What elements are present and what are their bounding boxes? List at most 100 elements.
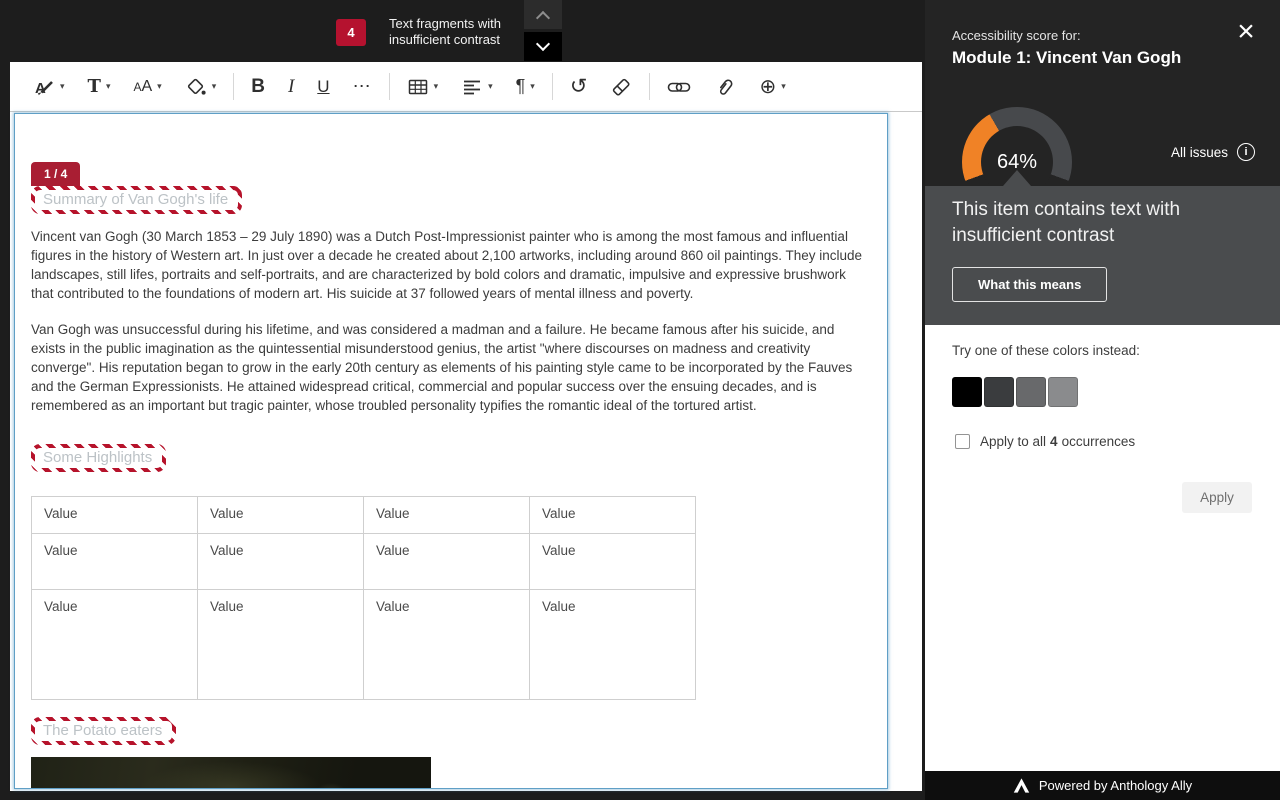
issue-type-label: Text fragments with insufficient contras… — [389, 16, 531, 48]
table-cell[interactable]: Value — [32, 497, 198, 534]
occurrence-count: 4 — [1050, 434, 1058, 449]
table-cell[interactable]: Value — [32, 590, 198, 700]
undo-icon: ↺ — [570, 76, 588, 97]
editor-content-area[interactable]: 1 / 4 Summary of Van Gogh's life Vincent… — [14, 113, 888, 789]
chevron-down-icon: ▾ — [212, 81, 217, 92]
toolbar-divider — [649, 73, 650, 100]
highlight-color-icon — [185, 76, 207, 98]
color-suggestion-prompt: Try one of these colors instead: — [952, 343, 1140, 358]
next-issue-button[interactable] — [524, 32, 562, 61]
content-table-body: ValueValueValueValueValueValueValueValue… — [32, 497, 696, 700]
apply-all-checkbox[interactable] — [955, 434, 970, 449]
apply-all-text: Apply to all — [980, 434, 1046, 449]
apply-all-label: Apply to all 4 occurrences — [980, 434, 1135, 449]
table-cell[interactable]: Value — [198, 534, 364, 590]
table-cell[interactable]: Value — [530, 534, 696, 590]
more-options-button[interactable]: ⋯ — [344, 69, 381, 105]
table-row: ValueValueValueValue — [32, 497, 696, 534]
chevron-down-icon: ▾ — [157, 81, 162, 92]
apply-all-row: Apply to all 4 occurrences — [955, 434, 1135, 449]
table-cell[interactable]: Value — [530, 497, 696, 534]
clear-formatting-button[interactable] — [601, 69, 641, 105]
table-cell[interactable]: Value — [530, 590, 696, 700]
text-style-button[interactable]: T ▾ — [79, 69, 120, 105]
paragraph[interactable]: Vincent van Gogh (30 March 1853 – 29 Jul… — [31, 227, 871, 303]
issue-count-badge: 4 — [336, 19, 366, 46]
all-issues-control[interactable]: All issues i — [1171, 143, 1255, 161]
chevron-down-icon: ▾ — [60, 81, 65, 92]
chevron-down-icon: ▾ — [781, 82, 786, 91]
text-color-button[interactable]: A ▾ — [24, 69, 74, 105]
issue-position-badge: 1 / 4 — [31, 162, 80, 186]
toolbar-divider — [552, 73, 553, 100]
info-icon[interactable]: i — [1237, 143, 1255, 161]
close-button[interactable]: × — [1230, 16, 1262, 48]
apply-button[interactable]: Apply — [1182, 482, 1252, 513]
eraser-icon — [610, 76, 632, 98]
potato-eaters-image[interactable] — [31, 757, 431, 789]
toolbar-divider — [233, 73, 234, 100]
heading-text: Some Highlights — [35, 448, 162, 468]
chevron-down-icon: ▾ — [434, 81, 439, 92]
chevron-down-icon: ▾ — [530, 81, 535, 92]
undo-button[interactable]: ↺ — [561, 69, 597, 105]
ally-footer: Powered by Anthology Ally — [925, 771, 1280, 800]
table-row: ValueValueValueValue — [32, 590, 696, 700]
align-button[interactable]: ▾ — [452, 69, 502, 105]
flagged-heading-summary[interactable]: Summary of Van Gogh's life — [31, 186, 242, 214]
text-style-icon: T — [88, 76, 101, 97]
color-swatch-light-gray[interactable] — [1048, 377, 1078, 407]
link-icon — [667, 76, 691, 98]
chevron-down-icon: ▾ — [106, 82, 111, 92]
anthology-logo-icon — [1013, 778, 1030, 793]
bold-button[interactable]: B — [242, 69, 274, 105]
chevron-down-icon — [536, 37, 550, 51]
table-cell[interactable]: Value — [364, 590, 530, 700]
highlight-color-button[interactable]: ▾ — [176, 69, 226, 105]
issue-message: This item contains text with insufficien… — [952, 197, 1222, 249]
color-swatch-black[interactable] — [952, 377, 982, 407]
apply-all-text: occurrences — [1062, 434, 1136, 449]
heading-text: Summary of Van Gogh's life — [35, 190, 238, 210]
editor-toolbar: A ▾ T ▾ AA ▾ ▾ B I U ⋯ — [10, 62, 922, 112]
remediation-section: Try one of these colors instead: Apply t… — [925, 325, 1280, 771]
close-icon: × — [1237, 15, 1255, 49]
table-cell[interactable]: Value — [364, 497, 530, 534]
ally-feedback-panel: Accessibility score for: Module 1: Vince… — [925, 0, 1280, 800]
score-value: 64% — [962, 151, 1072, 174]
insert-table-button[interactable]: ▾ — [398, 69, 448, 105]
chevron-up-icon — [536, 10, 550, 24]
score-header: Accessibility score for: Module 1: Vince… — [925, 0, 1280, 186]
attach-file-button[interactable] — [705, 69, 745, 105]
toolbar-divider — [389, 73, 390, 100]
flagged-heading-highlights[interactable]: Some Highlights — [31, 444, 166, 472]
what-this-means-button[interactable]: What this means — [952, 267, 1107, 302]
flagged-heading-potato-eaters[interactable]: The Potato eaters — [31, 717, 176, 745]
score-eyebrow: Accessibility score for: — [952, 28, 1081, 43]
footer-label: Powered by Anthology Ally — [1039, 778, 1192, 793]
color-swatch-dark-gray[interactable] — [984, 377, 1014, 407]
color-swatches — [952, 377, 1078, 407]
paragraph-marks-button[interactable]: ¶ ▾ — [507, 69, 544, 105]
text-color-icon: A — [33, 76, 55, 98]
module-title: Module 1: Vincent Van Gogh — [952, 48, 1181, 68]
issue-description-section: This item contains text with insufficien… — [925, 186, 1280, 325]
insert-content-button[interactable]: ⊕ ▾ — [750, 69, 794, 105]
insert-link-button[interactable] — [658, 69, 700, 105]
table-cell[interactable]: Value — [32, 534, 198, 590]
table-cell[interactable]: Value — [364, 534, 530, 590]
underline-button[interactable]: U — [308, 69, 338, 105]
paperclip-icon — [714, 76, 736, 98]
italic-button[interactable]: I — [279, 69, 303, 105]
table-cell[interactable]: Value — [198, 590, 364, 700]
table-icon — [407, 76, 429, 98]
chevron-down-icon: ▾ — [488, 81, 493, 92]
font-size-button[interactable]: AA ▾ — [124, 69, 170, 105]
previous-issue-button[interactable] — [524, 0, 562, 29]
font-size-icon: A — [133, 80, 141, 94]
color-swatch-gray[interactable] — [1016, 377, 1046, 407]
table-cell[interactable]: Value — [198, 497, 364, 534]
align-left-icon — [461, 76, 483, 98]
paragraph[interactable]: Van Gogh was unsuccessful during his lif… — [31, 320, 871, 415]
paragraph-icon: ¶ — [516, 76, 526, 97]
